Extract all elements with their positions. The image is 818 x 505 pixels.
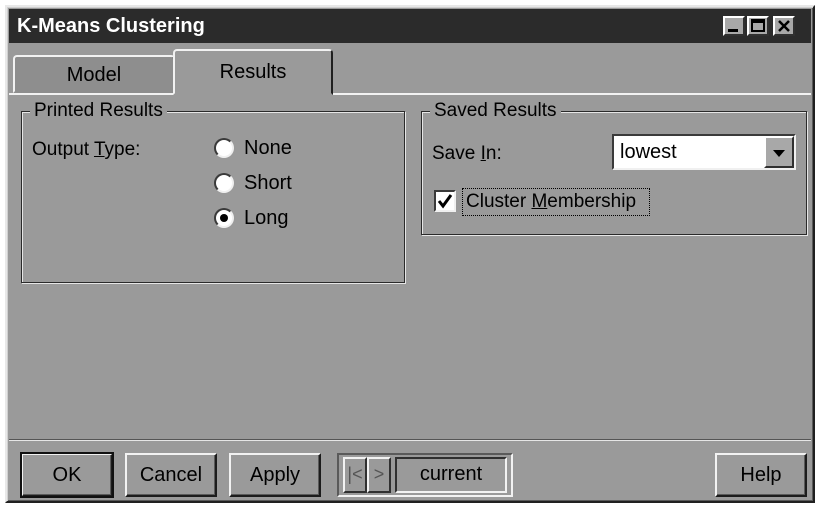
printed-results-legend: Printed Results (30, 99, 167, 123)
saved-results-group: Saved Results Save In: lowest Cluster Me… (421, 99, 807, 235)
apply-button[interactable]: Apply (229, 453, 321, 497)
current-record-value: current (419, 463, 483, 485)
radio-long-circle[interactable] (214, 208, 234, 228)
k-means-dialog: K-Means Clustering Model Results Printed… (5, 5, 815, 503)
cancel-button-label: Cancel (139, 464, 203, 486)
radio-long[interactable]: Long (214, 204, 334, 232)
cluster-membership-label[interactable]: Cluster Membership (466, 190, 636, 214)
cancel-button[interactable]: Cancel (125, 453, 217, 497)
save-in-value: lowest (620, 141, 677, 163)
next-record-icon: > (373, 464, 385, 484)
close-button[interactable] (773, 16, 795, 36)
dropdown-arrow-button[interactable] (764, 136, 794, 168)
save-in-dropdown[interactable]: lowest (612, 134, 796, 170)
saved-results-legend: Saved Results (430, 99, 561, 123)
record-navigator: |< > current (337, 453, 513, 497)
radio-short-label: Short (244, 172, 292, 194)
radio-none-circle[interactable] (214, 138, 234, 158)
checkmark-icon (437, 194, 453, 209)
radio-none-label: None (244, 137, 292, 159)
ok-button[interactable]: OK (20, 452, 114, 498)
radio-selected-dot (220, 214, 228, 222)
help-button-label: Help (740, 464, 782, 486)
window-title: K-Means Clustering (17, 15, 205, 37)
tab-model-label: Model (66, 64, 122, 86)
tab-results-label: Results (219, 61, 287, 83)
printed-results-group: Printed Results Output Type: None Short … (21, 99, 405, 283)
chevron-down-icon (773, 150, 785, 157)
close-icon (778, 20, 790, 32)
tab-panel-edge (9, 93, 811, 95)
maximize-icon (751, 19, 765, 32)
tab-model[interactable]: Model (13, 55, 175, 93)
help-button[interactable]: Help (715, 453, 807, 497)
tab-results[interactable]: Results (173, 49, 333, 95)
radio-short-circle[interactable] (214, 173, 234, 193)
title-bar[interactable]: K-Means Clustering (9, 9, 811, 43)
ok-button-label: OK (52, 464, 82, 486)
minimize-icon (728, 29, 738, 32)
radio-long-label: Long (244, 207, 289, 229)
apply-button-label: Apply (249, 464, 301, 486)
maximize-button[interactable] (747, 16, 769, 36)
save-in-label: Save In: (432, 143, 502, 164)
first-record-button[interactable]: |< (343, 457, 367, 493)
current-record-field[interactable]: current (395, 457, 507, 493)
first-record-icon: |< (347, 464, 363, 484)
minimize-button[interactable] (723, 16, 745, 36)
button-bar-separator (9, 439, 811, 441)
output-type-label: Output Type: (32, 139, 141, 160)
next-record-button[interactable]: > (367, 457, 391, 493)
radio-short[interactable]: Short (214, 169, 334, 197)
radio-none[interactable]: None (214, 134, 334, 162)
cluster-membership-checkbox[interactable] (434, 190, 456, 212)
